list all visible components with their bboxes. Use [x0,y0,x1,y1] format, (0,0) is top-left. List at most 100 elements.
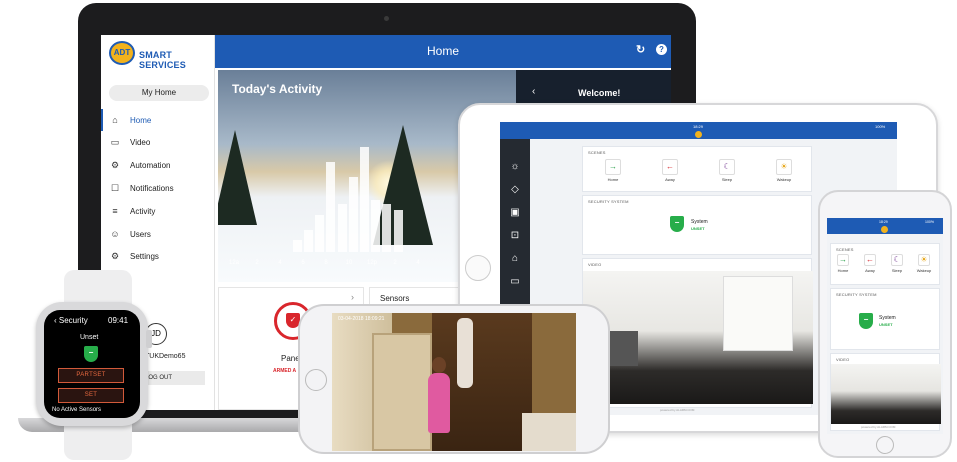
living-room-feed[interactable] [831,364,941,424]
scene-name: Home [837,268,849,273]
door [372,333,432,451]
scene-name: Sleep [721,177,733,182]
unset-shield-icon: − [670,216,684,232]
sidebar-item-label: Automation [130,161,171,171]
partset-button[interactable]: PARTSET [58,368,124,383]
users-icon: ☺ [110,229,120,239]
sidebar-item-label: Users [130,229,151,239]
security-card[interactable]: SECURITY SYSTEM − System UNSET [830,288,940,350]
logout-button[interactable]: LOG OUT [141,371,205,385]
sidebar-item-video[interactable]: ▭ Video [101,132,215,154]
phone-center-home-button[interactable] [305,369,327,391]
brand-logo-icon [881,226,888,233]
video-card[interactable]: VIDEO [582,258,813,408]
weather-icon[interactable]: ☼ [500,161,530,172]
activity-bar [326,162,336,252]
adult-figure [457,318,473,388]
activity-tick-label: 4 [278,260,282,266]
living-room-feed[interactable] [583,271,813,404]
tablet-home-button[interactable] [465,255,491,281]
sidebar-item-home[interactable]: ⌂ Home [101,109,215,131]
scene-sleep-button[interactable]: ☾ [891,254,903,266]
system-name: System [691,219,708,225]
video-label: VIDEO [588,262,602,267]
activity-bar [304,229,313,252]
phone-status-bar: 18:29 100% [827,218,943,234]
refresh-icon[interactable]: ↻ [636,43,645,56]
scene-home-button[interactable]: → [837,254,849,266]
tablet-time: 18:29 [693,124,704,129]
lock-icon[interactable]: ⊡ [500,230,530,241]
username: TUKDemo65 [145,353,186,360]
gear-icon: ⚙ [110,251,120,262]
sidebar-item-label: Home [130,115,152,125]
video-timestamp: 03-04-2018 18:09:21 [338,316,385,322]
scenes-label: SCENES [836,247,854,252]
video-card[interactable]: VIDEO powered by ALARM.COM [830,353,941,431]
back-chevron-icon[interactable]: ‹ [532,86,535,97]
activity-tick-label: 12a [228,260,239,266]
system-name: System [879,315,896,321]
security-card[interactable]: SECURITY SYSTEM − System UNSET [582,195,812,255]
phone-right-home-button[interactable] [876,436,894,454]
security-label: SECURITY SYSTEM [588,199,629,204]
brand-logo-icon [695,131,702,138]
window [723,276,793,351]
activity-bar [360,147,369,252]
tree-silhouette [218,130,257,225]
sidebar-item-settings[interactable]: ⚙ Settings [101,246,215,268]
help-icon[interactable]: ? [656,44,667,55]
tablet-battery: 100% [875,124,886,129]
activity-title: Today's Activity [232,82,323,96]
activity-bar [348,177,358,252]
watch-crown[interactable] [146,330,152,348]
scene-name: Away [865,268,875,273]
watch-screen: ‹ Security 09:41 Unset − PARTSET SET No … [44,310,140,418]
camera-icon[interactable]: ▭ [500,276,530,287]
sidebar-item-users[interactable]: ☺ Users [101,223,215,245]
automation-icon: ⚙ [110,160,120,171]
image-icon[interactable]: ▣ [500,207,530,218]
activity-tick-label: 6 [301,260,305,266]
scene-away-button[interactable]: ← [864,254,876,266]
garage-icon[interactable]: ⌂ [500,253,530,264]
laptop-camera [384,16,389,21]
activity-bar [371,199,381,252]
watch-back-title[interactable]: ‹ Security [54,316,88,325]
home-icon: ⌂ [112,115,118,125]
page-title: Home [426,44,459,58]
scene-home-button[interactable]: → [605,159,621,175]
scene-away-button[interactable]: ← [662,159,678,175]
sidebar-item-notifications[interactable]: ☐ Notifications [101,177,215,199]
phone-time: 18:29 [879,220,888,224]
scene-wakeup-button[interactable]: ☀ [776,159,792,175]
system-selector[interactable]: My Home [109,85,209,101]
child-head [432,357,446,373]
phone-center-screen: 03-04-2018 18:09:21 [332,313,576,451]
scene-name: Home [607,177,619,182]
phone-right-screen: 18:29 100% SCENES → Home ← Away ☾ Sleep ☀ Wakeu… [827,218,943,434]
sidebar-item-label: Settings [130,252,159,262]
security-label: SECURITY SYSTEM [836,292,877,297]
sidebar-item-label: Video [130,138,151,148]
scene-name: Away [665,177,675,182]
shield-icon[interactable]: ◇ [500,184,530,195]
scene-sleep-button[interactable]: ☾ [719,159,735,175]
sidebar-item-label: Activity [130,206,156,216]
activity-tick-label: 2 [255,260,259,266]
watch-time: 09:41 [108,316,129,325]
activity-bar [315,214,325,252]
scene-name: Wakeup [916,268,932,273]
system-status: UNSET [691,226,705,231]
set-button[interactable]: SET [58,388,124,403]
scene-name: Wakeup [776,177,792,182]
scene-wakeup-button[interactable]: ☀ [918,254,930,266]
sidebar-item-automation[interactable]: ⚙ Automation [101,155,215,177]
unset-shield-icon: − [859,313,873,329]
sofa [522,413,576,451]
chevron-right-icon[interactable]: › [351,292,354,302]
sidebar-item-activity[interactable]: ≡ Activity [101,200,215,222]
activity-tick-label: 4 [416,260,420,266]
scenes-card: SCENES → Home ← Away ☾ Sleep ☀ Wakeup [582,146,812,192]
video-icon: ▭ [110,137,120,148]
